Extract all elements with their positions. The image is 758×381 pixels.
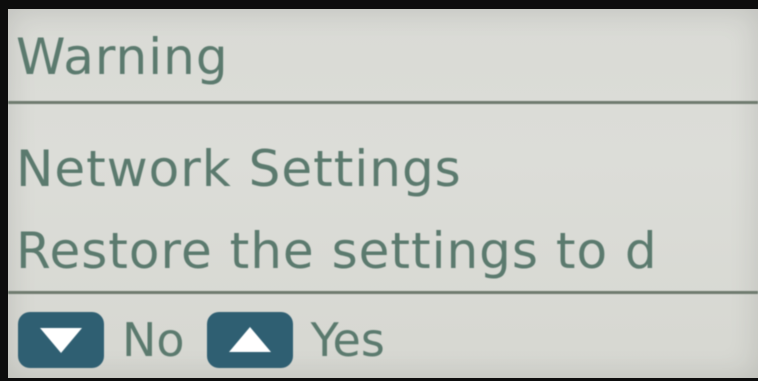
- up-triangle-icon: [228, 327, 271, 352]
- yes-label: Yes: [310, 313, 385, 367]
- yes-button[interactable]: [206, 312, 293, 368]
- divider-top: [8, 101, 758, 104]
- no-label: No: [122, 313, 185, 367]
- no-button[interactable]: [18, 312, 104, 368]
- message-line-2: Restore the settings to d: [16, 222, 658, 280]
- options-bar: No Yes: [18, 305, 407, 375]
- divider-bottom: [8, 291, 758, 294]
- down-triangle-icon: [40, 328, 82, 353]
- lcd-screen: Warning Network Settings Restore the set…: [8, 9, 758, 378]
- device-bezel: Warning Network Settings Restore the set…: [0, 0, 758, 381]
- message-line-1: Network Settings: [16, 140, 462, 198]
- warning-title: Warning: [16, 28, 229, 86]
